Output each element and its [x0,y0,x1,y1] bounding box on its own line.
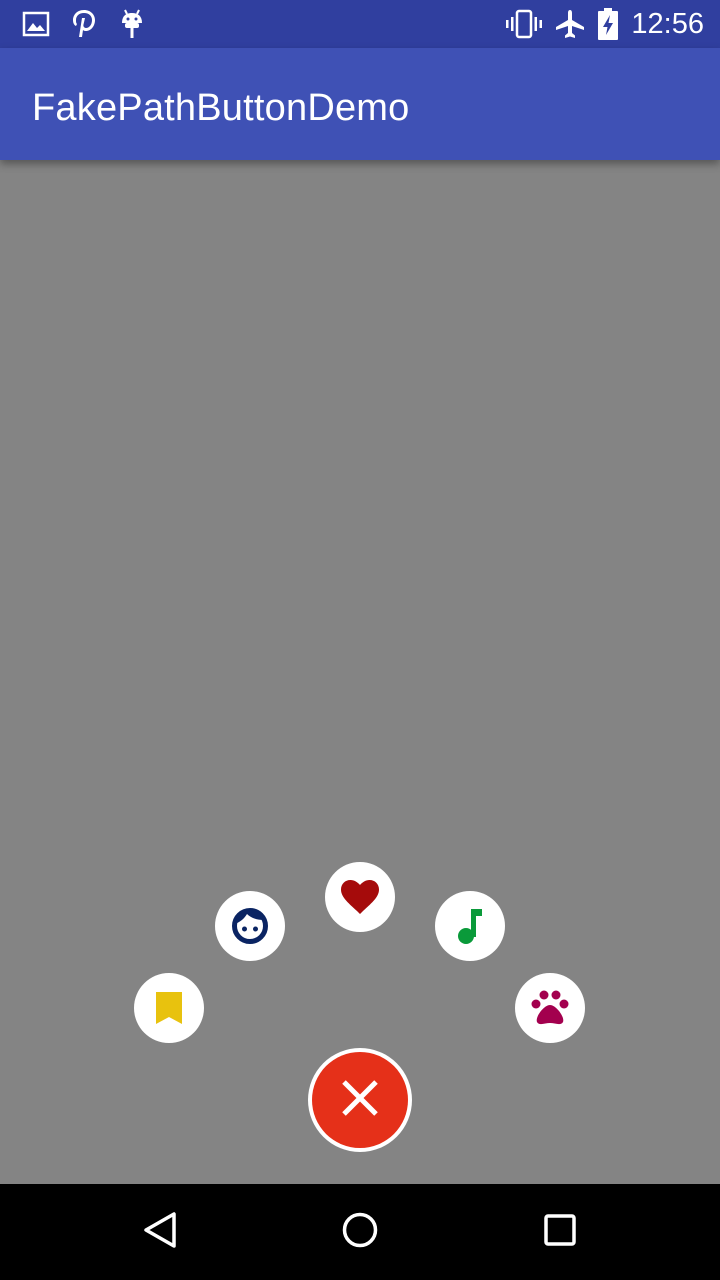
status-bar: 12:56 [0,0,720,48]
status-time: 12:56 [631,8,704,40]
app-title: FakePathButtonDemo [32,87,410,129]
face-icon [231,907,269,945]
face-button[interactable] [215,891,285,961]
image-icon [20,8,52,40]
heart-button[interactable] [325,862,395,932]
main-button-face [312,1052,408,1148]
pinterest-icon [68,8,100,40]
home-icon [340,1210,380,1255]
android-icon [116,8,148,40]
music-button[interactable] [435,891,505,961]
home-button[interactable] [336,1208,384,1256]
content-area [0,160,720,1184]
recents-button[interactable] [536,1208,584,1256]
back-button[interactable] [136,1208,184,1256]
bookmark-icon [154,990,184,1026]
airplane-mode-icon [554,8,586,40]
screen: 12:56 FakePathButtonDemo [0,0,720,1280]
app-bar: FakePathButtonDemo [0,48,720,160]
navigation-bar [0,1184,720,1280]
recents-icon [540,1210,580,1255]
music-note-icon [454,907,486,945]
bookmark-button[interactable] [134,973,204,1043]
paw-button[interactable] [515,973,585,1043]
vibrate-icon [506,8,542,40]
heart-icon [340,879,380,915]
back-icon [140,1210,180,1255]
paw-icon [530,989,570,1027]
close-icon [340,1078,380,1123]
battery-charging-icon [596,8,628,40]
main-close-button[interactable] [308,1048,412,1152]
